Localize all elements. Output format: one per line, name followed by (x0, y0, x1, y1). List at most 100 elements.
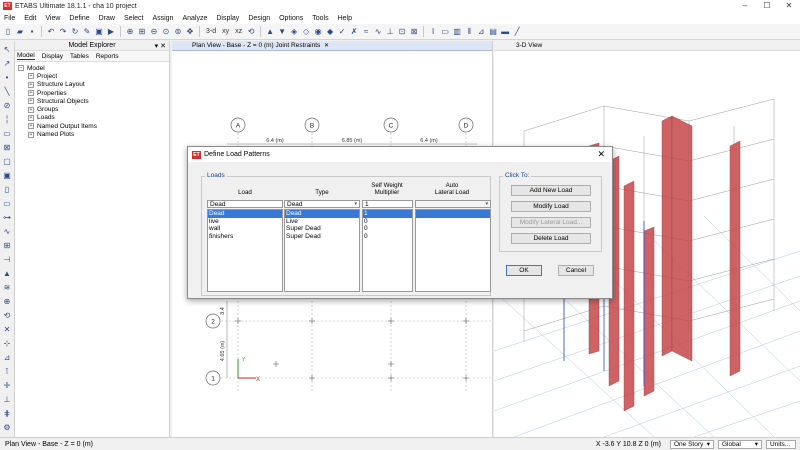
list-item[interactable]: live (208, 218, 282, 226)
auto-lateral-list[interactable] (415, 209, 491, 292)
zoom-window-icon[interactable]: ⊞ (137, 27, 147, 37)
tree-item-structure-layout[interactable]: + Structure Layout (18, 81, 169, 89)
menu-help[interactable]: Help (338, 15, 352, 22)
load-name-list[interactable]: Dead live wall finishers (207, 209, 283, 292)
set-display-icon[interactable]: ◉ (313, 27, 323, 37)
delete-load-button[interactable]: Delete Load (511, 233, 591, 244)
extrude-icon[interactable]: ◆ (325, 27, 335, 37)
3d-view-tab[interactable]: 3-D View (494, 41, 800, 51)
collapse-icon[interactable]: − (18, 65, 24, 72)
list-item[interactable]: finishers (208, 233, 282, 241)
close-icon[interactable]: ✕ (324, 42, 329, 49)
tree-item-named-output-items[interactable]: + Named Output Items (18, 122, 169, 130)
expand-icon[interactable]: + (28, 81, 34, 88)
minimize-button[interactable]: – (734, 0, 756, 12)
list-item[interactable]: wall (208, 225, 282, 233)
tab-tables[interactable]: Tables (70, 53, 89, 60)
slab-icon[interactable]: ▤ (488, 27, 498, 37)
expand-icon[interactable]: + (28, 90, 34, 97)
snap-grid-icon[interactable]: ⋕ (2, 408, 13, 419)
open-icon[interactable]: ▰ (15, 27, 25, 37)
draw-dimension-icon[interactable]: ⊣ (2, 254, 13, 265)
draw-beam-icon[interactable]: ▭ (2, 128, 13, 139)
view-3d-button[interactable]: 3-d (206, 28, 216, 35)
frame-section-icon[interactable]: ▭ (440, 27, 450, 37)
pencil-icon[interactable]: ✎ (82, 27, 92, 37)
snap-settings-icon[interactable]: ⚙ (2, 422, 13, 433)
column-icon[interactable]: ⫴ (464, 27, 474, 37)
maximize-button[interactable]: ☐ (756, 0, 778, 12)
load-name-input[interactable]: Dead (207, 200, 283, 208)
expand-icon[interactable]: + (28, 123, 34, 130)
text-icon[interactable]: I (428, 27, 438, 37)
snap-points-icon[interactable]: ⊹ (2, 338, 13, 349)
tree-item-loads[interactable]: + Loads (18, 114, 169, 122)
draw-line-icon[interactable]: ╱ (512, 27, 522, 37)
move-up-icon[interactable]: ▲ (265, 27, 275, 37)
design-concrete-icon[interactable]: ⊡ (397, 27, 407, 37)
zoom-fit-icon[interactable]: ⊚ (173, 27, 183, 37)
reshape-icon[interactable]: ↗ (2, 58, 13, 69)
draw-joint-icon[interactable]: • (2, 72, 13, 83)
cancel-button[interactable]: Cancel (558, 265, 594, 276)
tab-reports[interactable]: Reports (96, 53, 119, 60)
snap-intersection-icon[interactable]: ✛ (2, 380, 13, 391)
refresh-icon[interactable]: ↻ (70, 27, 80, 37)
draw-grid-icon[interactable]: ⊞ (2, 240, 13, 251)
show-forces-icon[interactable]: ✗ (349, 27, 359, 37)
design-composite-icon[interactable]: ⊠ (409, 27, 419, 37)
snap-perpendicular-icon[interactable]: ⊥ (2, 394, 13, 405)
multiplier-input[interactable]: 1 (362, 200, 413, 208)
elevation-view-button[interactable]: xz (235, 28, 242, 35)
explorer-panel-buttons[interactable]: ▾ ✕ (155, 42, 166, 50)
load-type-list[interactable]: Dead Live Super Dead Super Dead (284, 209, 360, 292)
menu-edit[interactable]: Edit (24, 15, 36, 22)
menu-define[interactable]: Define (69, 15, 89, 22)
menu-design[interactable]: Design (248, 15, 270, 22)
select-previous-icon[interactable]: ⟲ (2, 310, 13, 321)
ok-button[interactable]: OK (506, 265, 542, 276)
draw-opening-icon[interactable]: ▭ (2, 198, 13, 209)
load-type-select[interactable]: Dead ▾ (284, 200, 360, 208)
draw-wall-icon[interactable]: ▯ (2, 184, 13, 195)
draw-column-icon[interactable]: ╎ (2, 114, 13, 125)
menu-draw[interactable]: Draw (99, 15, 115, 22)
zoom-in-icon[interactable]: ⊕ (125, 27, 135, 37)
plan-view-button[interactable]: xy (222, 28, 229, 35)
list-item[interactable]: Live (285, 218, 359, 226)
menu-analyze[interactable]: Analyze (182, 15, 207, 22)
undo-icon[interactable]: ↶ (46, 27, 56, 37)
menu-display[interactable]: Display (216, 15, 239, 22)
draw-tendon-icon[interactable]: ∿ (2, 226, 13, 237)
select-all-icon[interactable]: ⊕ (2, 296, 13, 307)
draw-link-icon[interactable]: ⊶ (2, 212, 13, 223)
brace-icon[interactable]: ⊿ (476, 27, 486, 37)
draw-floor-icon[interactable]: ▢ (2, 156, 13, 167)
tab-model[interactable]: Model (17, 52, 35, 60)
tree-item-named-plots[interactable]: + Named Plots (18, 130, 169, 138)
run-icon[interactable]: ▶ (106, 27, 116, 37)
coord-system-dropdown[interactable]: Global ▾ (718, 439, 762, 449)
draw-support-icon[interactable]: ▲ (2, 268, 13, 279)
menu-view[interactable]: View (45, 15, 60, 22)
stress-icon[interactable]: ≈ (361, 27, 371, 37)
expand-icon[interactable]: + (28, 73, 34, 80)
menu-options[interactable]: Options (279, 15, 303, 22)
list-item[interactable]: 0 (363, 233, 412, 241)
draw-frame-icon[interactable]: ╲ (2, 86, 13, 97)
energy-icon[interactable]: ∿ (373, 27, 383, 37)
tree-item-groups[interactable]: + Groups (18, 105, 169, 113)
tree-item-properties[interactable]: + Properties (18, 89, 169, 97)
list-item[interactable]: 0 (363, 218, 412, 226)
list-item[interactable]: Dead (208, 210, 282, 218)
snap-lines-icon[interactable]: ⊺ (2, 366, 13, 377)
zoom-out-icon[interactable]: ⊖ (149, 27, 159, 37)
draw-spring-icon[interactable]: ≋ (2, 282, 13, 293)
move-down-icon[interactable]: ▼ (277, 27, 287, 37)
expand-icon[interactable]: + (28, 114, 34, 121)
plan-view-tab[interactable]: Plan View - Base - Z = 0 (m) Joint Restr… (172, 41, 492, 51)
story-dropdown[interactable]: One Story ▾ (670, 439, 714, 449)
close-window-button[interactable]: ✕ (778, 0, 800, 12)
pointer-icon[interactable]: ↖ (2, 44, 13, 55)
auto-lateral-select[interactable]: ▾ (415, 200, 491, 208)
